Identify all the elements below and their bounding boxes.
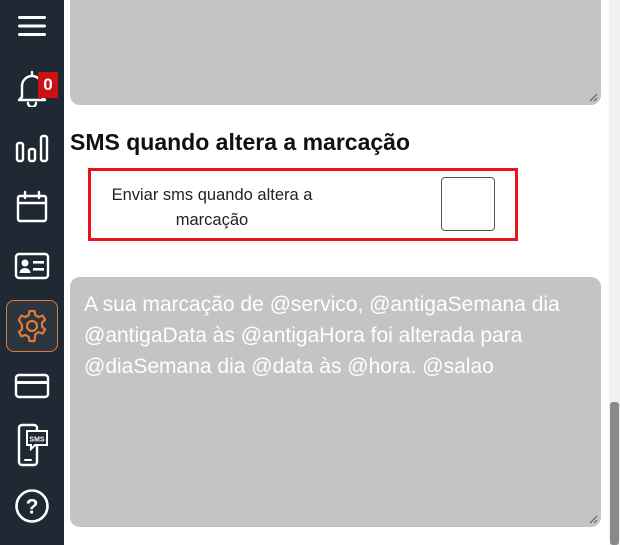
option-label: Enviar sms quando altera a marcação <box>111 186 313 229</box>
sms-button[interactable]: SMS <box>6 419 58 471</box>
section-title: SMS quando altera a marcação <box>70 129 411 155</box>
settings-content: SMS quando altera a marcação Enviar sms … <box>64 0 620 545</box>
settings-button[interactable] <box>6 300 58 352</box>
sms-on-change-checkbox[interactable] <box>441 177 495 231</box>
clients-button[interactable] <box>6 240 58 292</box>
menu-button[interactable] <box>6 0 58 52</box>
scrollbar-thumb[interactable] <box>610 402 619 545</box>
calendar-button[interactable] <box>6 181 58 233</box>
svg-text:?: ? <box>26 496 39 519</box>
menu-icon <box>18 16 46 36</box>
help-icon: ? <box>15 489 49 523</box>
scrollbar-track[interactable] <box>609 0 620 545</box>
help-button[interactable]: ? <box>6 480 58 532</box>
sidebar: 0 SMS ? <box>0 0 64 545</box>
sms-on-change-option: Enviar sms quando altera a marcação <box>88 168 518 241</box>
message-template-textarea[interactable]: A sua marcação de @servico, @antigaSeman… <box>70 277 601 527</box>
previous-message-textarea[interactable] <box>70 0 601 105</box>
statistics-button[interactable] <box>6 122 58 174</box>
payments-button[interactable] <box>6 360 58 412</box>
calendar-icon <box>16 190 48 223</box>
resize-grip-icon[interactable] <box>589 93 598 102</box>
resize-grip-icon[interactable] <box>589 515 598 524</box>
svg-text:SMS: SMS <box>29 437 45 444</box>
sms-phone-icon: SMS <box>17 423 48 467</box>
gear-icon <box>17 309 47 343</box>
notification-count-badge: 0 <box>38 72 58 98</box>
credit-card-icon <box>14 373 50 399</box>
message-template-text: A sua marcação de @servico, @antigaSeman… <box>84 293 566 378</box>
bar-chart-icon <box>15 134 49 163</box>
id-card-icon <box>14 252 50 280</box>
